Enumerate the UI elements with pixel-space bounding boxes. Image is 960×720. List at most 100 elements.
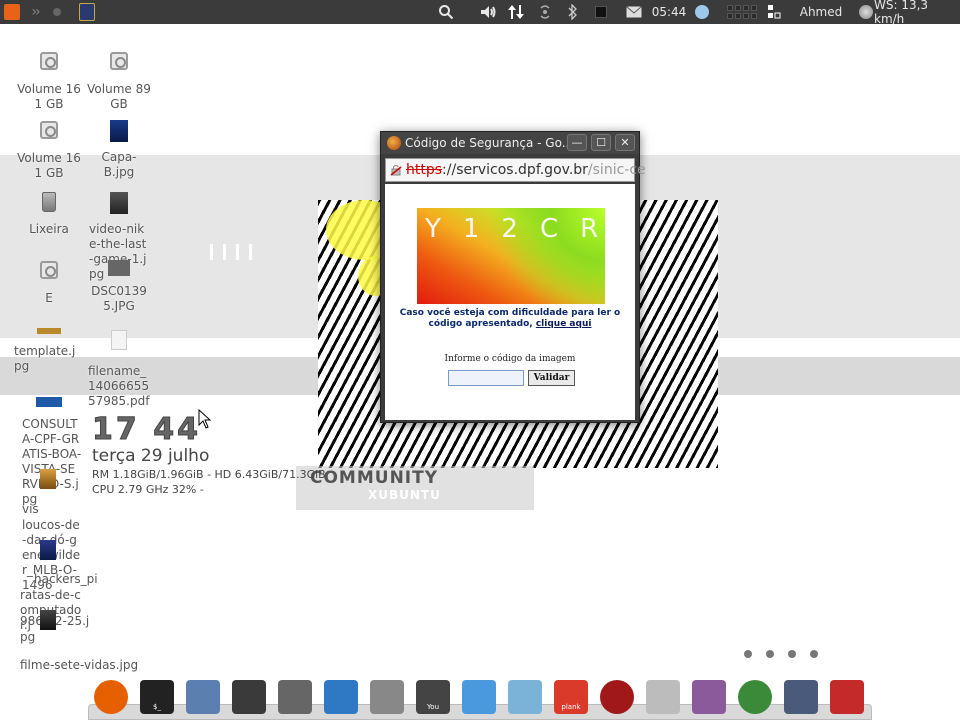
- validate-button[interactable]: Validar: [528, 370, 575, 386]
- weather-text[interactable]: WS: 13,3 km/h: [874, 0, 960, 26]
- desktop-icon-label: Volume 89 GB: [87, 82, 151, 111]
- window-titlebar[interactable]: Código de Segurança - Go... — ☐ ✕: [381, 132, 639, 154]
- dock-network-icon[interactable]: [508, 680, 542, 714]
- dock-terminal-icon[interactable]: $_: [140, 680, 174, 714]
- image-file-icon: [110, 120, 128, 142]
- desktop-icon-filename-pdf[interactable]: filename_1406665557985.pdf: [84, 330, 154, 409]
- url-path: /sinic-ce: [587, 162, 646, 178]
- dock-search-icon[interactable]: [370, 680, 404, 714]
- desktop-icon-label: CONSULTA-CPF-GRATIS-BOA-VISTA-SERVICO-S.…: [22, 417, 82, 506]
- top-panel: ›› 05:44 Ahmed WS: 13,3 km/h: [0, 0, 960, 26]
- desktop-icon-template[interactable]: template.jpg: [14, 328, 84, 374]
- dock-pdf-reader-icon[interactable]: [830, 680, 864, 714]
- desktop-icon-capa-b[interactable]: Capa-B.jpg: [84, 120, 154, 180]
- dock-youtube-icon[interactable]: You: [416, 680, 450, 714]
- desktop-icon-lixeira[interactable]: Lixeira: [14, 192, 84, 237]
- broken-lock-icon: [390, 165, 402, 176]
- window-title: Código de Segurança - Go...: [405, 136, 574, 150]
- conky-memory: RM 1.18GiB/1.96GiB - HD 6.43GiB/71.3GiB: [92, 468, 326, 481]
- conky-cpu: CPU 2.79 GHz 32% -: [92, 483, 204, 496]
- desktop-icon-label: template.jpg: [14, 344, 76, 373]
- desktop-icon-consulta-cpf[interactable]: CONSULTA-CPF-GRATIS-BOA-VISTA-SERVICO-S.…: [14, 397, 84, 507]
- input-label: Informe o código da imagem: [444, 354, 576, 364]
- image-file-icon: [36, 397, 62, 407]
- drive-icon: [110, 52, 128, 70]
- dock-home-folder-icon[interactable]: [646, 680, 680, 714]
- dock-item-label: plank: [561, 703, 581, 711]
- community-text: COMMUNITY: [310, 468, 439, 488]
- overlap-label[interactable]: filme-sete-vidas.jpg: [20, 658, 138, 673]
- weather-cloud-icon[interactable]: [692, 0, 712, 24]
- network-updown-icon[interactable]: [506, 0, 526, 24]
- drive-icon: [40, 121, 58, 139]
- close-button[interactable]: ✕: [615, 134, 635, 151]
- maximize-button[interactable]: ☐: [591, 134, 611, 151]
- trash-icon: [42, 192, 56, 212]
- image-file-icon: [108, 260, 130, 276]
- mail-icon[interactable]: [624, 0, 644, 24]
- minimize-button[interactable]: —: [567, 134, 587, 151]
- dock-image-viewer-icon[interactable]: [692, 680, 726, 714]
- dock-downloads-icon[interactable]: [278, 680, 312, 714]
- desktop-icon-volume-89[interactable]: Volume 89 GB: [84, 52, 154, 112]
- captcha-image: Y12CR: [417, 208, 605, 304]
- url-scheme: https: [406, 162, 443, 178]
- url-bar[interactable]: https://servicos.dpf.gov.br/sinic-ce: [385, 158, 646, 182]
- dock-firefox-icon[interactable]: [94, 680, 128, 714]
- help-link[interactable]: clique aqui: [536, 319, 592, 329]
- desktop-icon-volume-161[interactable]: Volume 161 GB: [14, 52, 84, 112]
- drive-icon: [40, 261, 58, 279]
- wallpaper-bars: [210, 244, 252, 260]
- url-host: ://servicos.dpf.gov.br: [442, 162, 588, 178]
- dock-plank-icon[interactable]: plank: [554, 680, 588, 714]
- dock-item-label: You: [426, 703, 440, 711]
- dock-chrome-icon[interactable]: [738, 680, 772, 714]
- overlap-label[interactable]: pg: [20, 630, 35, 645]
- search-icon[interactable]: [436, 0, 456, 24]
- weather-icon[interactable]: [856, 0, 876, 24]
- dock-web-app-icon[interactable]: [600, 680, 634, 714]
- image-file-icon: [40, 540, 56, 560]
- desktop-icon-label: E: [45, 291, 53, 305]
- image-file-icon: [110, 192, 128, 214]
- dock-file-manager-icon[interactable]: [232, 680, 266, 714]
- overlap-label[interactable]: hackers_pi: [34, 572, 98, 587]
- overlap-label[interactable]: vis: [22, 502, 39, 517]
- whisker-menu-icon[interactable]: [2, 0, 22, 24]
- browser-app-icon: [387, 136, 401, 150]
- chevrons-icon[interactable]: ››: [26, 0, 44, 24]
- volume-icon[interactable]: [478, 0, 498, 24]
- user-name[interactable]: Ahmed: [796, 0, 846, 24]
- captcha-code-input[interactable]: [448, 370, 524, 386]
- dock-download-manager-icon[interactable]: [462, 680, 496, 714]
- url-text: https://servicos.dpf.gov.br/sinic-ce: [406, 162, 646, 178]
- user-icon[interactable]: [764, 0, 784, 24]
- image-file-icon: [37, 328, 61, 334]
- dock-settings-icon[interactable]: [186, 680, 220, 714]
- captcha-help-text: Caso você esteja com dificuldade para le…: [385, 308, 635, 330]
- conky-time: 17 44: [92, 412, 201, 448]
- wifi-icon[interactable]: [534, 0, 556, 24]
- shield-app-icon[interactable]: [76, 0, 98, 24]
- dock-text-editor-icon[interactable]: [784, 680, 818, 714]
- desktop-icon-volume-161-b[interactable]: Volume 161 GB: [14, 121, 84, 181]
- wallpaper-community-banner: COMMUNITY XUBUNTU: [296, 466, 534, 510]
- panel-clock[interactable]: 05:44: [650, 0, 688, 24]
- desktop-icon-label: Volume 161 GB: [17, 151, 81, 180]
- desktop-icon-e[interactable]: E: [14, 261, 84, 306]
- mouse-cursor-icon: [198, 409, 212, 429]
- workspace-switcher-icon[interactable]: [722, 0, 762, 24]
- dock-window-icon[interactable]: [324, 680, 358, 714]
- pdf-file-icon: [111, 330, 127, 350]
- desktop-icon-label: DSC01395.JPG: [91, 284, 147, 313]
- conky-date: terça 29 julho: [92, 446, 210, 466]
- security-code-window: Código de Segurança - Go... — ☐ ✕ https:…: [380, 131, 646, 423]
- desktop-icon-label: filename_1406665557985.pdf: [88, 364, 150, 408]
- battery-icon[interactable]: [592, 0, 610, 24]
- bluetooth-icon[interactable]: [564, 0, 582, 24]
- dot-icon[interactable]: [50, 0, 64, 24]
- pager-dots: [744, 650, 818, 658]
- desktop-icon-dsc01395[interactable]: DSC01395.JPG: [84, 260, 154, 314]
- dock-item-label: $_: [153, 703, 161, 711]
- desktop-icon-label: Volume 161 GB: [17, 82, 81, 111]
